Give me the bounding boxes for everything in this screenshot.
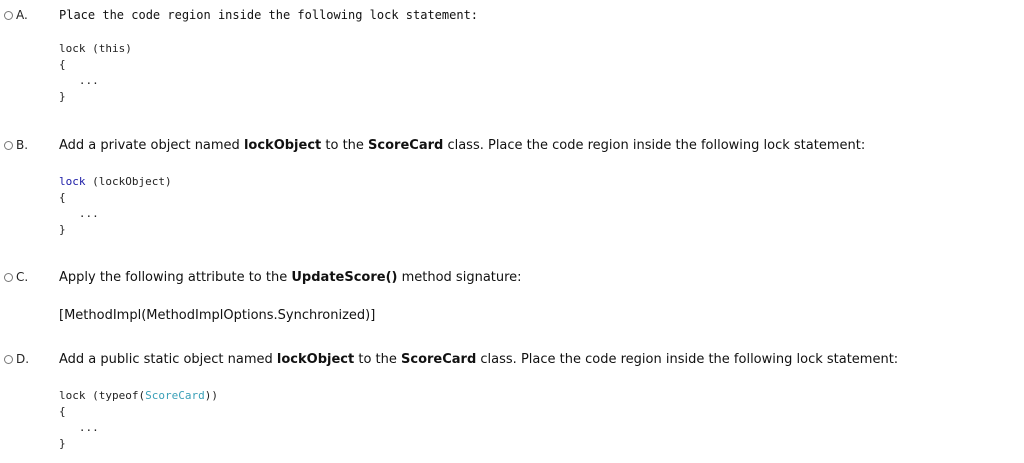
option-b-radio-row[interactable]: B.	[4, 138, 28, 152]
option-b-radio[interactable]	[4, 140, 13, 150]
text-part: to the	[354, 352, 402, 367]
bold-term: lockObject	[243, 138, 322, 153]
code-text: lock (typeof(	[59, 389, 146, 402]
option-c-radio-row[interactable]: C.	[4, 270, 28, 284]
option-a-radio-row[interactable]: A.	[4, 8, 28, 22]
option-b-letter: B.	[16, 138, 29, 152]
code-keyword: lock	[59, 175, 86, 188]
text-part: class. Place the code region inside the …	[476, 352, 899, 367]
code-line: }	[59, 90, 66, 103]
text-part: Add a public static object named	[59, 352, 277, 367]
option-c-text: Apply the following attribute to the Upd…	[59, 270, 522, 285]
text-part: to the	[321, 138, 369, 153]
text-part: Add a private object named	[59, 138, 244, 153]
bold-term: lockObject	[276, 352, 355, 367]
code-text: (lockObject)	[85, 175, 172, 188]
option-a-letter: A.	[16, 8, 28, 22]
option-a-code: lock (this) { ... }	[59, 41, 132, 105]
code-type: ScoreCard	[145, 389, 205, 402]
bold-term: ScoreCard	[368, 138, 444, 153]
option-d-radio[interactable]	[4, 354, 13, 364]
code-line: ...	[59, 421, 99, 434]
code-line: ...	[59, 207, 99, 220]
option-b-text: Add a private object named lockObject to…	[59, 138, 865, 153]
bold-term: ScoreCard	[401, 352, 477, 367]
text-part: class. Place the code region inside the …	[443, 138, 866, 153]
code-line: ...	[59, 74, 99, 87]
option-a-radio[interactable]	[4, 10, 13, 20]
code-line: }	[59, 437, 66, 450]
code-line: {	[59, 405, 66, 418]
option-d-code: lock (typeof(ScoreCard)) { ... }	[59, 388, 218, 452]
option-d-radio-row[interactable]: D.	[4, 352, 29, 366]
option-d-text: Add a public static object named lockObj…	[59, 352, 898, 367]
code-line: lock (this)	[59, 42, 132, 55]
code-line: {	[59, 191, 66, 204]
option-b-code: lock (lockObject) { ... }	[59, 174, 172, 238]
option-d-letter: D.	[16, 352, 30, 366]
bold-term: UpdateScore()	[291, 270, 398, 285]
code-text: ))	[204, 389, 218, 402]
text-part: Apply the following attribute to the	[59, 270, 292, 285]
code-line: {	[59, 58, 66, 71]
option-c-radio[interactable]	[4, 272, 13, 282]
text-part: method signature:	[397, 270, 522, 285]
option-c-attribute: [MethodImpl(MethodImplOptions.Synchroniz…	[59, 308, 376, 323]
option-c-letter: C.	[16, 270, 29, 284]
code-line: }	[59, 223, 66, 236]
option-a-text: Place the code region inside the followi…	[59, 8, 479, 22]
